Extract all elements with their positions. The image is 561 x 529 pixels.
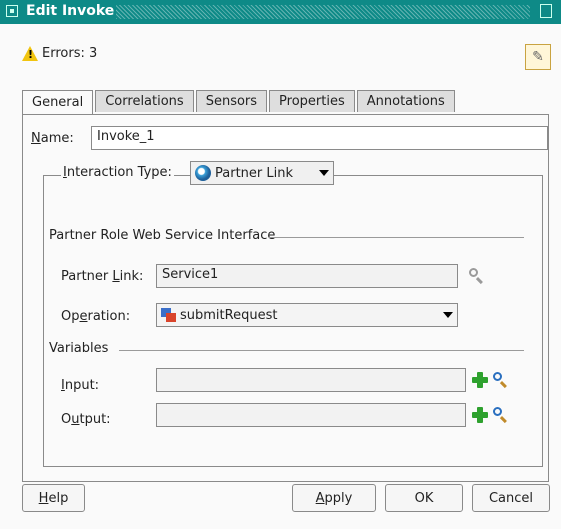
maximize-icon[interactable] — [540, 4, 552, 18]
title-bar: Edit Invoke — [0, 0, 561, 24]
output-variable-field[interactable] — [156, 403, 466, 427]
title-bar-pattern — [116, 5, 530, 19]
errors-indicator[interactable]: ! Errors: 3 — [22, 46, 97, 61]
apply-button[interactable]: Apply — [292, 484, 376, 512]
interaction-type-label: Interaction Type: — [61, 165, 174, 180]
tab-properties[interactable]: Properties — [269, 90, 355, 112]
search-icon[interactable] — [493, 372, 509, 389]
chevron-down-icon — [443, 312, 453, 318]
name-label: Name: — [31, 131, 74, 146]
operation-label: Operation: — [61, 309, 131, 324]
input-label: Input: — [61, 378, 100, 393]
warning-icon: ! — [22, 46, 38, 61]
cancel-button[interactable]: Cancel — [472, 484, 550, 512]
chevron-down-icon — [319, 170, 329, 176]
section-divider — [269, 237, 524, 238]
add-icon[interactable] — [472, 407, 488, 423]
tab-label: General — [32, 95, 84, 110]
window-title: Edit Invoke — [26, 3, 115, 19]
tab-sensors[interactable]: Sensors — [195, 90, 268, 112]
errors-text: Errors: 3 — [42, 46, 98, 61]
search-icon[interactable] — [493, 407, 509, 424]
tab-strip: General Correlations Sensors Properties … — [22, 90, 457, 114]
ok-button[interactable]: OK — [385, 484, 463, 512]
partner-link-label: Partner Link: — [61, 269, 144, 284]
wrench-icon[interactable]: ✎ — [525, 44, 551, 70]
section-divider — [119, 350, 524, 351]
add-icon[interactable] — [472, 372, 488, 388]
tab-general[interactable]: General — [22, 90, 94, 114]
tab-label: Sensors — [205, 94, 258, 109]
input-variable-field[interactable] — [156, 368, 466, 392]
tab-label: Annotations — [366, 94, 445, 109]
interaction-type-value: Partner Link — [215, 165, 293, 181]
help-button[interactable]: Help — [22, 484, 85, 512]
operation-icon — [161, 308, 176, 322]
tab-annotations[interactable]: Annotations — [356, 90, 455, 112]
interaction-type-select[interactable]: Partner Link — [190, 161, 334, 185]
edit-invoke-dialog: ! Errors: 3 ✎ General Correlations Senso… — [0, 24, 561, 529]
tab-correlations[interactable]: Correlations — [95, 90, 194, 112]
operation-value: submitRequest — [180, 307, 278, 323]
tab-label: Correlations — [105, 94, 184, 109]
operation-select[interactable]: submitRequest — [156, 303, 458, 327]
general-panel: Name: Invoke_1 Interaction Type: Partner… — [22, 114, 549, 482]
name-field[interactable]: Invoke_1 — [91, 126, 548, 150]
variables-section-label: Variables — [49, 341, 109, 356]
window-menu-icon[interactable] — [6, 5, 18, 17]
tab-label: Properties — [279, 94, 345, 109]
output-label: Output: — [61, 412, 111, 427]
partner-role-section-label: Partner Role Web Service Interface — [49, 228, 276, 243]
search-icon — [469, 268, 485, 285]
partner-link-field: Service1 — [156, 264, 458, 288]
partner-link-icon — [195, 165, 211, 181]
